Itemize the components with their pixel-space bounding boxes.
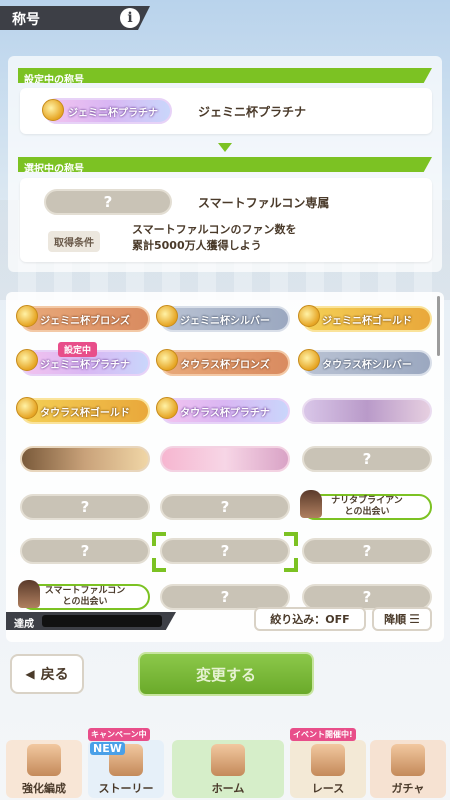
title-item[interactable]: ? [302, 446, 432, 472]
nav-item[interactable]: 強化編成 [6, 740, 82, 798]
redacted-mark [42, 615, 162, 627]
selected-title-card: ? スマートファルコン専属 取得条件 スマートファルコンのファン数を 累計500… [20, 178, 432, 262]
info-icon[interactable]: i [120, 8, 140, 28]
selected-title-name: スマートファルコン専属 [198, 196, 330, 210]
nav-item[interactable]: ストーリー キャンペーン中 NEW [88, 728, 164, 798]
scrollbar[interactable] [437, 296, 440, 356]
back-button[interactable]: ◀ 戻る [10, 654, 84, 694]
filter-button[interactable]: 絞り込み：OFF [254, 607, 366, 631]
nav-badge: イベント開催中! [290, 728, 356, 741]
avatar [18, 580, 40, 608]
arrow-down-icon [218, 143, 232, 152]
condition-label: 取得条件 [48, 231, 100, 252]
medal-icon [16, 305, 38, 327]
title-item[interactable]: ? [20, 538, 150, 564]
medal-icon [42, 99, 64, 121]
selected-title-bar: 選択中の称号 [18, 157, 432, 172]
medal-icon [298, 349, 320, 371]
nav-label: ガチャ [391, 782, 425, 795]
bottom-nav: 強化編成 ストーリー キャンペーン中 NEW ホーム レース イベント開催中! ガチャ [0, 728, 450, 800]
title-item[interactable] [302, 398, 432, 424]
nav-label: ホーム [211, 782, 245, 795]
nav-label: 強化編成 [22, 782, 66, 795]
title-item[interactable]: ? [20, 494, 150, 520]
achieve-bar: 達成 [6, 612, 176, 630]
title-item[interactable] [20, 446, 150, 472]
horse-girl-icon [27, 744, 61, 776]
title-item[interactable]: ジェミニ杯シルバー [160, 306, 290, 332]
medal-icon [156, 397, 178, 419]
medal-icon [298, 305, 320, 327]
nav-label: ストーリー [98, 782, 154, 795]
nav-item[interactable]: ホーム [172, 740, 284, 798]
selection-frame [152, 532, 298, 572]
nav-label: レース [311, 782, 345, 795]
gacha-door-icon [391, 744, 425, 776]
nav-badge: キャンペーン中 [88, 728, 150, 741]
title-item[interactable]: ジェミニ杯ブロンズ [20, 306, 150, 332]
current-title-card: ジェミニ杯プラチナ ジェミニ杯プラチナ [20, 88, 432, 134]
title-item[interactable]: ジェミニ杯ゴールド [302, 306, 432, 332]
race-flag-icon [311, 744, 345, 776]
medal-icon [156, 305, 178, 327]
title-item[interactable]: タウラス杯プラチナ [160, 398, 290, 424]
sort-button[interactable]: 降順 ☰ [372, 607, 432, 631]
title-item[interactable]: タウラス杯ゴールド [20, 398, 150, 424]
current-title-badge: ジェミニ杯プラチナ [42, 98, 172, 124]
title-item[interactable]: タウラス杯シルバー [302, 350, 432, 376]
selected-title-badge: ? [44, 189, 172, 215]
nav-item[interactable]: レース イベント開催中! [290, 728, 366, 798]
sort-icon: ☰ [409, 612, 420, 626]
title-item[interactable]: タウラス杯ブロンズ [160, 350, 290, 376]
title-item[interactable]: ? [160, 494, 290, 520]
condition-text: スマートファルコンのファン数を 累計5000万人獲得しよう [132, 223, 297, 252]
avatar [300, 490, 322, 518]
medal-icon [16, 349, 38, 371]
chevron-left-icon: ◀ [25, 667, 35, 681]
current-title-name: ジェミニ杯プラチナ [198, 105, 307, 119]
equipped-tag: 設定中 [58, 342, 98, 357]
title-item[interactable] [160, 446, 290, 472]
title-item[interactable]: ? [302, 538, 432, 564]
achieve-label: 達成 [14, 619, 34, 630]
page-title: 称号 [12, 12, 40, 28]
medal-icon [156, 349, 178, 371]
new-badge: NEW [90, 742, 125, 755]
change-button[interactable]: 変更する [138, 652, 314, 696]
current-title-bar: 設定中の称号 [18, 68, 432, 83]
nav-item[interactable]: ガチャ [370, 740, 446, 798]
school-building-icon [211, 744, 245, 776]
medal-icon [16, 397, 38, 419]
